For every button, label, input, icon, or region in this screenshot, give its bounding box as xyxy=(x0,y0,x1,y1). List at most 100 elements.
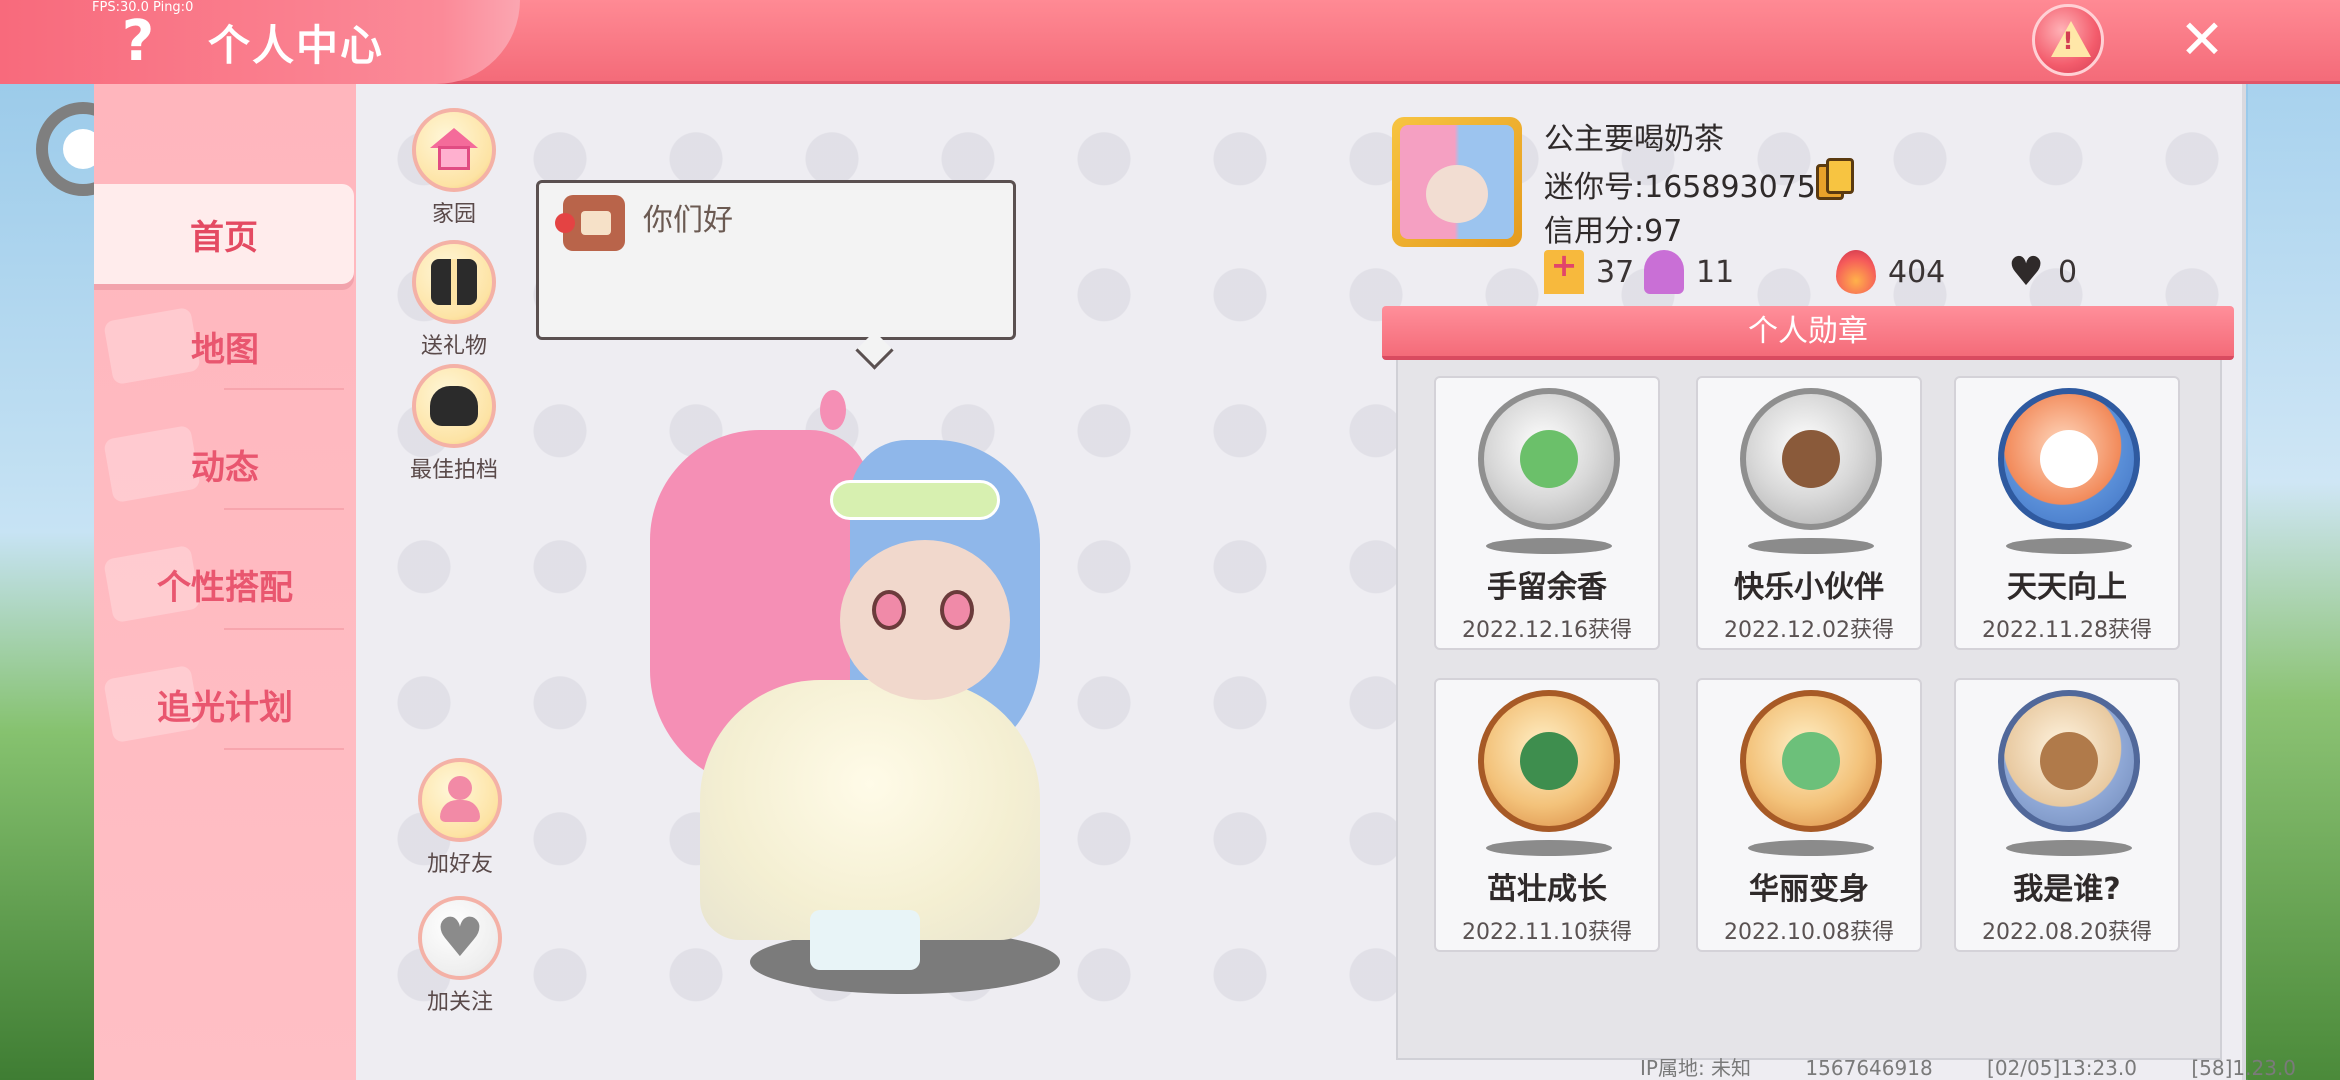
badge-name: 我是谁? xyxy=(2013,872,2121,907)
stat-fire: 404 xyxy=(1836,250,1945,294)
badge-name: 手留余香 xyxy=(1487,570,1607,605)
footer-info: IP属地: 未知 1567646918 [02/05]13:23.0 [58]1… xyxy=(1640,1052,2296,1080)
badge-card[interactable]: 茁壮成长 2022.11.10获得 xyxy=(1434,678,1660,952)
sidebar-item-light-plan[interactable]: 追光计划 xyxy=(94,654,356,754)
medal-icon xyxy=(1740,388,1882,530)
stat-trophy: 11 xyxy=(1644,250,1734,294)
add-friend-icon xyxy=(438,776,482,824)
follow-circle: ♥ xyxy=(418,896,502,980)
trophy-icon xyxy=(1644,250,1684,294)
player-avatar[interactable] xyxy=(600,390,1120,1010)
home-circle xyxy=(412,108,496,192)
avatar-legs xyxy=(810,910,920,970)
avatar-eye-left xyxy=(872,590,906,630)
page-title: 个人中心 xyxy=(208,21,385,70)
sidebar-item-label: 动态 xyxy=(191,447,259,488)
badge-date: 2022.11.28获得 xyxy=(1982,618,2152,643)
emoticon-icon xyxy=(555,195,625,251)
stat-flag-value: 37 xyxy=(1596,254,1635,290)
gift-circle xyxy=(412,240,496,324)
flag-plus-icon xyxy=(1544,246,1584,294)
medal-stand xyxy=(1486,840,1612,856)
badge-card[interactable]: 华丽变身 2022.10.08获得 xyxy=(1696,678,1922,952)
divider xyxy=(224,748,344,750)
ip-location: IP属地: 未知 xyxy=(1640,1056,1752,1080)
divider xyxy=(224,388,344,390)
avatar-face xyxy=(840,540,1010,700)
follow-button[interactable]: ♥ 加关注 xyxy=(405,896,515,1016)
warning-glyph: ! xyxy=(2062,27,2074,55)
house-icon xyxy=(430,128,478,172)
sidebar-item-label: 地图 xyxy=(191,329,259,370)
fire-icon xyxy=(1836,250,1876,294)
badge-date: 2022.12.16获得 xyxy=(1462,618,1632,643)
send-gift-label: 送礼物 xyxy=(420,334,487,359)
stat-hearts-value: 0 xyxy=(2058,254,2078,290)
send-gift-button[interactable]: 送礼物 xyxy=(399,240,509,360)
bell-icon xyxy=(103,424,201,504)
home-label: 家园 xyxy=(431,202,476,227)
medal-stand xyxy=(2006,538,2132,554)
medal-icon xyxy=(1478,388,1620,530)
stat-trophy-value: 11 xyxy=(1696,254,1735,290)
version: [58]1.23.0 xyxy=(2191,1056,2297,1080)
badge-card[interactable]: 天天向上 2022.11.28获得 xyxy=(1954,376,2180,650)
sidebar: 首页 地图 动态 个性搭配 追光计划 xyxy=(94,84,356,1080)
badge-card[interactable]: 快乐小伙伴 2022.12.02获得 xyxy=(1696,376,1922,650)
avatar-portrait xyxy=(1400,125,1514,239)
sidebar-item-map[interactable]: 地图 xyxy=(94,296,356,396)
map-icon xyxy=(103,306,201,386)
copy-icon[interactable] xyxy=(1816,158,1854,200)
user-uid: 1567646918 xyxy=(1805,1056,1933,1080)
stat-flag: 37 xyxy=(1544,246,1635,294)
divider xyxy=(224,508,344,510)
hearts-icon: ♥ xyxy=(2008,249,2044,295)
help-button[interactable]: ? xyxy=(112,10,164,74)
badge-date: 2022.08.20获得 xyxy=(1982,920,2152,945)
medal-stand xyxy=(1486,538,1612,554)
avatar-eye-right xyxy=(940,590,974,630)
close-button[interactable]: ✕ xyxy=(2170,8,2234,72)
add-friend-circle xyxy=(418,758,502,842)
medal-icon xyxy=(1740,690,1882,832)
add-friend-button[interactable]: 加好友 xyxy=(405,758,515,878)
medal-icon xyxy=(1478,690,1620,832)
best-partner-button[interactable]: 最佳拍档 xyxy=(399,364,509,484)
badge-name: 华丽变身 xyxy=(1749,872,1869,907)
badge-card[interactable]: 我是谁? 2022.08.20获得 xyxy=(1954,678,2180,952)
medal-icon xyxy=(1998,690,2140,832)
best-partner-label: 最佳拍档 xyxy=(409,458,498,483)
heart-icon: ♥ xyxy=(435,906,485,969)
sidebar-item-outfit[interactable]: 个性搭配 xyxy=(94,534,356,634)
badge-date: 2022.11.10获得 xyxy=(1462,920,1632,945)
sidebar-item-label: 个性搭配 xyxy=(157,567,293,608)
badge-date: 2022.10.08获得 xyxy=(1724,920,1894,945)
sidebar-item-label: 追光计划 xyxy=(157,687,293,728)
timestamp: [02/05]13:23.0 xyxy=(1987,1056,2137,1080)
divider xyxy=(224,628,344,630)
profile-avatar[interactable] xyxy=(1392,117,1522,247)
report-button[interactable]: ! xyxy=(2032,4,2104,76)
gift-icon xyxy=(431,259,477,305)
medal-stand xyxy=(1748,840,1874,856)
player-name: 公主要喝奶茶 xyxy=(1544,122,1724,157)
badge-date: 2022.12.02获得 xyxy=(1724,618,1894,643)
home-button[interactable]: 家园 xyxy=(399,108,509,228)
sidebar-item-feed[interactable]: 动态 xyxy=(94,414,356,514)
medal-icon xyxy=(1998,388,2140,530)
stat-hearts: ♥ 0 xyxy=(2006,250,2077,294)
medal-stand xyxy=(1748,538,1874,554)
bubble-message: 你们好 xyxy=(643,203,733,238)
medal-stand xyxy=(2006,840,2132,856)
badge-name: 天天向上 xyxy=(2007,570,2127,605)
follow-label: 加关注 xyxy=(426,990,493,1015)
badges-header: 个人勋章 xyxy=(1382,306,2234,360)
speech-bubble: 你们好 xyxy=(536,180,1016,340)
avatar-hair-tuft xyxy=(820,390,846,430)
sidebar-item-home[interactable]: 首页 xyxy=(94,184,354,284)
add-friend-label: 加好友 xyxy=(426,852,493,877)
stat-fire-value: 404 xyxy=(1888,254,1946,290)
background-scenery-right xyxy=(2248,84,2340,1080)
credit-score: 信用分:97 xyxy=(1544,214,1683,249)
badge-card[interactable]: 手留余香 2022.12.16获得 xyxy=(1434,376,1660,650)
